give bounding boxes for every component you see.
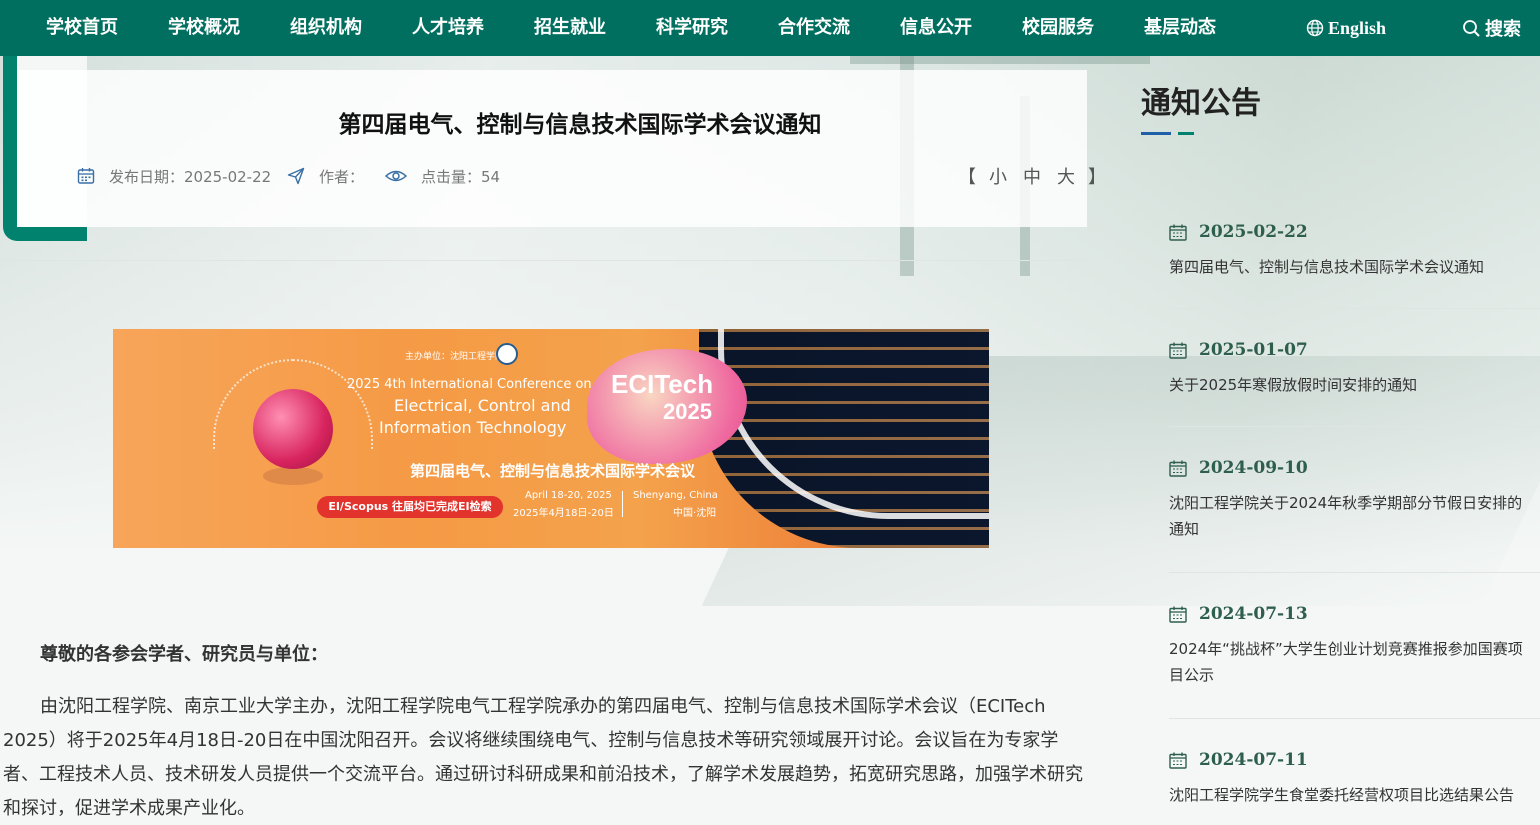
banner-cn-title: 第四届电气、控制与信息技术国际学术会议: [410, 462, 696, 480]
nav-item-info[interactable]: 信息公开: [900, 0, 972, 56]
publish-date: 发布日期：2025-02-22: [77, 163, 271, 189]
send-icon: [287, 167, 305, 185]
banner-location-en: Shenyang, China: [633, 490, 718, 501]
calendar-icon: [1169, 342, 1187, 359]
notice-date-text: 2025-01-07: [1199, 340, 1308, 360]
notice-date: 2024-07-13: [1169, 604, 1531, 624]
publish-date-label: 发布日期：2025-02-22: [109, 167, 272, 186]
notice-date-text: 2024-07-11: [1199, 750, 1308, 770]
font-size-control: 【 小 中 大 】: [958, 163, 1108, 189]
ei-badge: EI/Scopus 往届均已完成EI检索: [317, 496, 503, 518]
banner-line2: Electrical, Control and: [394, 396, 571, 415]
calendar-icon: [1169, 224, 1187, 241]
banner-globe-base: [263, 467, 323, 485]
notice-title[interactable]: 第四届电气、控制与信息技术国际学术会议通知: [1169, 254, 1531, 280]
notice-date-text: 2024-07-13: [1199, 604, 1308, 624]
author: 作者：: [287, 163, 364, 189]
notice-title[interactable]: 2024年“挑战杯”大学生创业计划竞赛推报参加国赛项目公示: [1169, 636, 1531, 688]
font-size-medium[interactable]: 中: [1020, 163, 1046, 189]
banner-date-cn: 2025年4月18日-20日: [513, 508, 614, 519]
top-nav: 学校首页 学校概况 组织机构 人才培养 招生就业 科学研究 合作交流 信息公开 …: [0, 0, 1540, 56]
size-bracket-close: 】: [1088, 167, 1108, 188]
view-count: 点击量：54: [385, 163, 500, 189]
background-pole: [850, 56, 1150, 64]
english-label: English: [1328, 17, 1387, 38]
notice-divider: [1169, 426, 1540, 427]
nav-item-campus[interactable]: 校园服务: [1022, 0, 1094, 56]
notice-divider: [1169, 308, 1540, 309]
article-paragraph: 由沈阳工程学院、南京工业大学主办，沈阳工程学院电气工程学院承办的第四届电气、控制…: [3, 696, 1083, 819]
notice-divider: [1169, 572, 1540, 573]
banner-separator: [622, 491, 623, 517]
nav-item-home[interactable]: 学校首页: [46, 0, 118, 56]
nav-item-organization[interactable]: 组织机构: [290, 0, 362, 56]
banner-brand-year: 2025: [663, 399, 712, 424]
sidebar-title-underline-accent: [1178, 132, 1194, 135]
notice-title[interactable]: 沈阳工程学院学生食堂委托经营权项目比选结果公告: [1169, 782, 1531, 808]
notice-item[interactable]: 2025-02-22 第四届电气、控制与信息技术国际学术会议通知: [1169, 222, 1531, 280]
size-bracket-open: 【: [958, 167, 978, 188]
calendar-icon: [1169, 606, 1187, 623]
banner-organizer: 主办单位：沈阳工程学院: [405, 352, 505, 362]
sidebar-title: 通知公告: [1141, 86, 1261, 121]
calendar-icon: [1169, 460, 1187, 477]
notice-item[interactable]: 2025-01-07 关于2025年寒假放假时间安排的通知: [1169, 340, 1531, 398]
conference-banner: 主办单位：沈阳工程学院 2025 4th International Confe…: [113, 329, 989, 548]
banner-date-en: April 18-20, 2025: [525, 490, 612, 501]
search-icon: [1463, 19, 1480, 37]
notice-date: 2025-01-07: [1169, 340, 1531, 360]
eye-icon: [385, 170, 407, 182]
nav-item-cooperation[interactable]: 合作交流: [778, 0, 850, 56]
notice-item[interactable]: 2024-07-13 2024年“挑战杯”大学生创业计划竞赛推报参加国赛项目公示: [1169, 604, 1531, 688]
sidebar-title-underline: [1141, 132, 1171, 135]
font-size-large[interactable]: 大: [1054, 163, 1080, 189]
calendar-icon: [1169, 752, 1187, 769]
notice-date-text: 2024-09-10: [1199, 458, 1308, 478]
article-title: 第四届电气、控制与信息技术国际学术会议通知: [338, 112, 822, 138]
notice-date-text: 2025-02-22: [1199, 222, 1308, 242]
notice-item[interactable]: 2024-07-11 沈阳工程学院学生食堂委托经营权项目比选结果公告: [1169, 750, 1531, 808]
notice-date: 2025-02-22: [1169, 222, 1531, 242]
banner-location-cn: 中国·沈阳: [673, 508, 717, 519]
nav-item-admissions[interactable]: 招生就业: [534, 0, 606, 56]
article-header-card: [17, 70, 1087, 227]
notice-divider: [1169, 718, 1540, 719]
nav-item-grassroots[interactable]: 基层动态: [1144, 0, 1216, 56]
font-size-small[interactable]: 小: [986, 163, 1012, 189]
nav-item-talent[interactable]: 人才培养: [412, 0, 484, 56]
school-seal-logo: [496, 343, 518, 365]
notice-item[interactable]: 2024-09-10 沈阳工程学院关于2024年秋季学期部分节假日安排的通知: [1169, 458, 1531, 542]
nav-item-overview[interactable]: 学校概况: [168, 0, 240, 56]
banner-line1: 2025 4th International Conference on: [347, 377, 592, 392]
notice-date: 2024-07-11: [1169, 750, 1531, 770]
notice-date: 2024-09-10: [1169, 458, 1531, 478]
calendar-icon: [77, 168, 95, 184]
banner-line3: Information Technology: [379, 418, 567, 437]
search-link[interactable]: 搜索: [1462, 0, 1521, 56]
view-count-label: 点击量：54: [421, 167, 501, 186]
nav-item-research[interactable]: 科学研究: [656, 0, 728, 56]
english-link[interactable]: English: [1306, 0, 1386, 56]
author-label: 作者：: [319, 167, 365, 186]
notice-title[interactable]: 关于2025年寒假放假时间安排的通知: [1169, 372, 1531, 398]
article-greeting: 尊敬的各参会学者、研究员与单位：: [40, 644, 328, 665]
search-label: 搜索: [1485, 19, 1521, 40]
banner-globe: [253, 389, 333, 469]
notice-title[interactable]: 沈阳工程学院关于2024年秋季学期部分节假日安排的通知: [1169, 490, 1531, 542]
header-divider: [0, 260, 1090, 261]
banner-brand: ECITech: [611, 369, 714, 399]
globe-icon: [1306, 19, 1324, 37]
